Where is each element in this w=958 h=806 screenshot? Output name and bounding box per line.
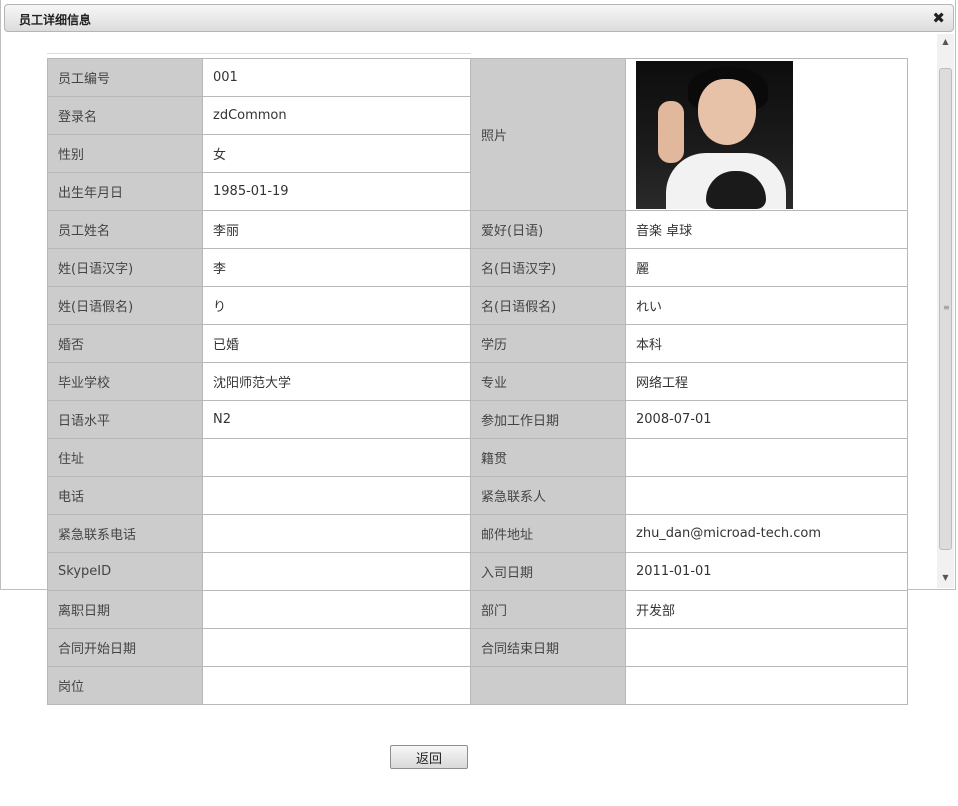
field-value — [625, 476, 908, 515]
table-row: 姓(日语汉字) 李 名(日语汉字) 麗 — [47, 248, 908, 287]
field-label: 登录名 — [47, 96, 203, 135]
field-value: 网络工程 — [625, 362, 908, 401]
field-value: 2011-01-01 — [625, 552, 908, 591]
field-label: 合同结束日期 — [470, 628, 626, 667]
field-label — [470, 666, 626, 705]
field-label: 电话 — [47, 476, 203, 515]
scroll-thumb[interactable]: ≡ — [939, 68, 952, 550]
field-value — [625, 666, 908, 705]
field-value — [202, 590, 471, 629]
field-label: 员工姓名 — [47, 210, 203, 249]
field-label: 离职日期 — [47, 590, 203, 629]
field-label: SkypeID — [47, 552, 203, 591]
field-value: 本科 — [625, 324, 908, 363]
vertical-scrollbar[interactable]: ▲ ≡ ▼ — [937, 34, 954, 588]
field-value: 已婚 — [202, 324, 471, 363]
field-value — [202, 552, 471, 591]
table-row: 姓(日语假名) り 名(日语假名) れい — [47, 286, 908, 325]
field-value — [202, 438, 471, 477]
table-row: 员工姓名 李丽 爱好(日语) 音楽 卓球 — [47, 210, 908, 249]
field-label: 邮件地址 — [470, 514, 626, 553]
table-row: 岗位 — [47, 666, 908, 705]
field-label: 婚否 — [47, 324, 203, 363]
employee-detail-table: 员工编号 001 照片 登录名 zdCommon 性别 女 出生年月日 1985… — [47, 58, 908, 705]
field-value: 李丽 — [202, 210, 471, 249]
field-value: れい — [625, 286, 908, 325]
field-value: N2 — [202, 400, 471, 439]
field-value: zdCommon — [202, 96, 471, 135]
table-row: SkypeID 入司日期 2011-01-01 — [47, 552, 908, 591]
field-value — [625, 628, 908, 667]
table-row: 电话 紧急联系人 — [47, 476, 908, 515]
field-value: 李 — [202, 248, 471, 287]
field-label: 爱好(日语) — [470, 210, 626, 249]
field-label: 紧急联系人 — [470, 476, 626, 515]
table-row: 毕业学校 沈阳师范大学 专业 网络工程 — [47, 362, 908, 401]
field-value — [202, 628, 471, 667]
photo-label: 照片 — [470, 58, 626, 211]
photo-cell — [625, 58, 908, 211]
field-value: zhu_dan@microad-tech.com — [625, 514, 908, 553]
field-value: 音楽 卓球 — [625, 210, 908, 249]
field-label: 籍贯 — [470, 438, 626, 477]
field-label: 毕业学校 — [47, 362, 203, 401]
field-value: 麗 — [625, 248, 908, 287]
table-row: 离职日期 部门 开发部 — [47, 590, 908, 629]
field-label: 员工编号 — [47, 58, 203, 97]
field-label: 岗位 — [47, 666, 203, 705]
field-label: 入司日期 — [470, 552, 626, 591]
field-value: 2008-07-01 — [625, 400, 908, 439]
field-label: 姓(日语假名) — [47, 286, 203, 325]
field-label: 性别 — [47, 134, 203, 173]
field-value — [202, 666, 471, 705]
field-label: 参加工作日期 — [470, 400, 626, 439]
scroll-down-icon[interactable]: ▼ — [937, 570, 954, 586]
field-value: り — [202, 286, 471, 325]
field-label: 名(日语假名) — [470, 286, 626, 325]
table-top-divider — [47, 53, 471, 54]
dialog-title: 员工详细信息 — [19, 13, 92, 27]
field-value — [625, 438, 908, 477]
scroll-up-icon[interactable]: ▲ — [937, 34, 954, 50]
field-value: 001 — [202, 58, 471, 97]
table-row: 日语水平 N2 参加工作日期 2008-07-01 — [47, 400, 908, 439]
field-label: 紧急联系电话 — [47, 514, 203, 553]
dialog-titlebar: 员工详细信息 ✖ — [4, 4, 954, 32]
field-label: 住址 — [47, 438, 203, 477]
field-value: 沈阳师范大学 — [202, 362, 471, 401]
field-label: 部门 — [470, 590, 626, 629]
close-icon[interactable]: ✖ — [932, 8, 945, 28]
field-label: 名(日语汉字) — [470, 248, 626, 287]
field-label: 姓(日语汉字) — [47, 248, 203, 287]
grip-icon: ≡ — [943, 303, 950, 312]
table-row: 婚否 已婚 学历 本科 — [47, 324, 908, 363]
field-label: 合同开始日期 — [47, 628, 203, 667]
table-row: 员工编号 001 照片 — [47, 58, 908, 211]
field-label: 出生年月日 — [47, 172, 203, 211]
field-value: 开发部 — [625, 590, 908, 629]
field-label: 日语水平 — [47, 400, 203, 439]
back-button[interactable]: 返回 — [390, 745, 468, 769]
employee-photo — [636, 60, 793, 209]
field-value: 女 — [202, 134, 471, 173]
table-row: 紧急联系电话 邮件地址 zhu_dan@microad-tech.com — [47, 514, 908, 553]
table-row: 住址 籍贯 — [47, 438, 908, 477]
field-value — [202, 476, 471, 515]
field-value: 1985-01-19 — [202, 172, 471, 211]
field-label: 专业 — [470, 362, 626, 401]
field-label: 学历 — [470, 324, 626, 363]
table-row: 合同开始日期 合同结束日期 — [47, 628, 908, 667]
field-value — [202, 514, 471, 553]
